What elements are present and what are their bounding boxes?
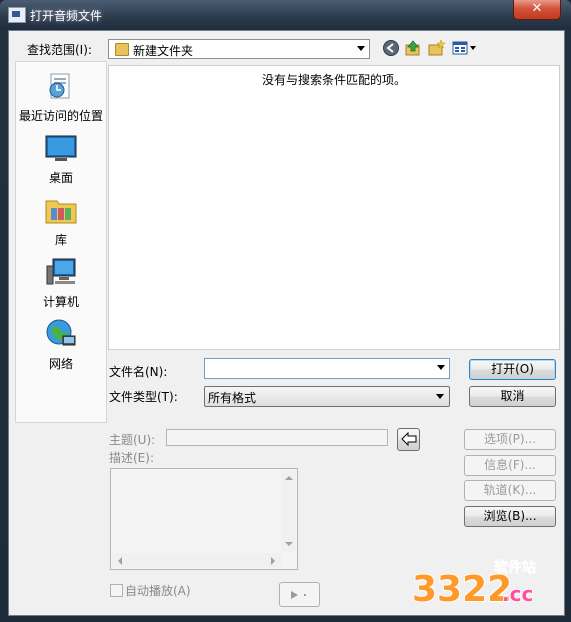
open-button[interactable]: 打开(O) — [469, 359, 556, 380]
autoplay-label: 自动播放(A) — [125, 584, 191, 598]
libraries-icon — [45, 200, 77, 224]
scroll-up-icon — [285, 476, 293, 480]
filetype-select[interactable]: 所有格式 — [204, 386, 450, 407]
apply-subject-button[interactable] — [397, 428, 420, 451]
file-list[interactable]: 没有与搜索条件匹配的项。 — [108, 65, 560, 350]
dialog-client: 查找范围(I): 新建文件夹 最近访问的位置 桌面 库 计算机 网络 没有与搜索… — [8, 30, 565, 616]
back-icon[interactable] — [382, 39, 400, 57]
browse-button[interactable]: 浏览(B)... — [464, 506, 556, 527]
new-folder-icon[interactable] — [428, 39, 446, 57]
watermark-suffix: .cc — [502, 582, 533, 606]
look-in-combo[interactable]: 新建文件夹 — [108, 39, 370, 59]
watermark-digits: 3322 — [412, 569, 512, 607]
chevron-down-icon — [436, 394, 444, 399]
info-button[interactable]: 信息(F)... — [464, 455, 556, 476]
tracks-button[interactable]: 轨道(K)... — [464, 480, 556, 501]
play-icon — [290, 591, 306, 599]
autoplay-checkbox[interactable] — [110, 584, 123, 597]
scroll-down-icon — [285, 542, 293, 546]
subject-label: 主题(U): — [109, 433, 156, 447]
vertical-scrollbar[interactable] — [281, 470, 296, 552]
place-network[interactable]: 网络 — [16, 318, 106, 372]
filetype-value: 所有格式 — [208, 391, 257, 405]
place-label: 桌面 — [48, 171, 73, 185]
places-bar: 最近访问的位置 桌面 库 计算机 网络 — [15, 61, 107, 423]
arrow-left-icon — [400, 431, 416, 447]
view-menu-icon[interactable] — [452, 39, 480, 57]
place-label: 网络 — [48, 357, 73, 371]
look-in-label: 查找范围(I): — [27, 43, 92, 57]
place-label: 计算机 — [42, 295, 79, 309]
cancel-button[interactable]: 取消 — [469, 386, 556, 407]
horizontal-scrollbar[interactable] — [112, 553, 281, 568]
filename-input[interactable] — [204, 358, 450, 379]
desktop-icon — [45, 135, 77, 161]
scroll-right-icon — [271, 557, 275, 565]
filename-label: 文件名(N): — [109, 365, 168, 379]
subject-input[interactable] — [166, 429, 388, 446]
place-computer[interactable]: 计算机 — [16, 256, 106, 310]
place-recent[interactable]: 最近访问的位置 — [16, 70, 106, 124]
place-desktop[interactable]: 桌面 — [16, 132, 106, 186]
network-icon — [46, 319, 76, 346]
description-label: 描述(E): — [109, 451, 154, 465]
recent-places-icon — [49, 73, 70, 99]
computer-icon — [46, 258, 76, 285]
empty-message: 没有与搜索条件匹配的项。 — [261, 73, 406, 87]
chevron-down-icon — [357, 46, 365, 51]
app-icon — [8, 7, 26, 23]
filetype-label: 文件类型(T): — [109, 390, 178, 404]
place-label: 库 — [54, 233, 67, 247]
description-textarea[interactable] — [110, 468, 298, 570]
up-folder-icon[interactable] — [404, 39, 422, 57]
title-bar[interactable]: 打开音频文件 ✕ — [0, 0, 571, 30]
place-label: 最近访问的位置 — [18, 109, 103, 123]
look-in-value: 新建文件夹 — [133, 44, 194, 58]
place-libraries[interactable]: 库 — [16, 194, 106, 248]
options-button[interactable]: 选项(P)... — [464, 429, 556, 450]
watermark-logo: 软件站 3322 .cc — [411, 559, 536, 607]
play-button[interactable] — [279, 582, 320, 607]
chevron-down-icon[interactable] — [437, 365, 445, 370]
folder-icon — [115, 43, 129, 56]
close-button[interactable]: ✕ — [513, 0, 561, 20]
dialog-window: 打开音频文件 ✕ 查找范围(I): 新建文件夹 最近访问的位置 桌面 库 计算机… — [0, 0, 571, 622]
scroll-left-icon — [118, 557, 122, 565]
window-title: 打开音频文件 — [30, 9, 103, 23]
